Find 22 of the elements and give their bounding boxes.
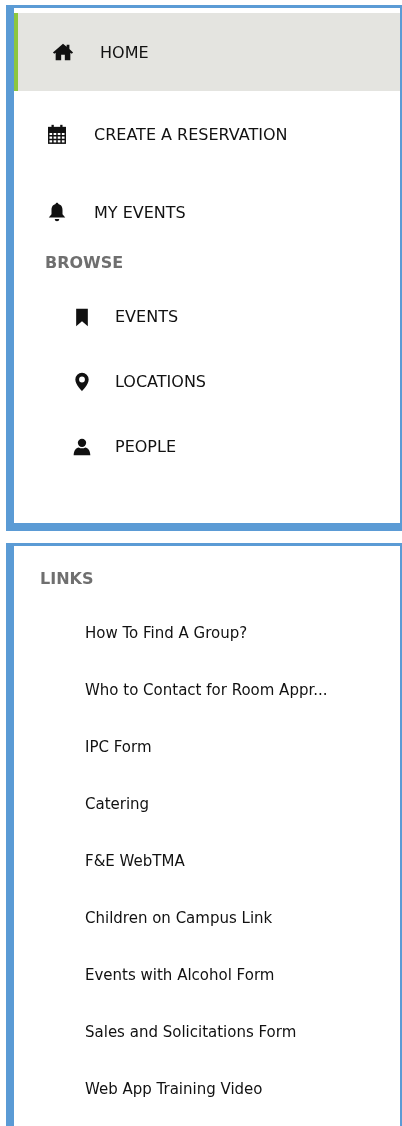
home-icon bbox=[52, 41, 74, 63]
section-heading: BROWSE bbox=[44, 253, 125, 272]
nav-item[interactable]: HOME bbox=[14, 13, 400, 91]
person-icon bbox=[72, 436, 92, 457]
link[interactable]: How To Find A Group? bbox=[14, 604, 400, 661]
link[interactable]: Events with Alcohol Form bbox=[14, 946, 400, 1003]
nav-item[interactable]: EVENTS bbox=[14, 284, 400, 349]
nav-item[interactable]: PEOPLE bbox=[14, 414, 400, 479]
link[interactable]: F&E WebTMA bbox=[14, 832, 400, 889]
map-pin-icon bbox=[72, 371, 92, 392]
nav-item[interactable]: CREATE A RESERVATION bbox=[14, 95, 400, 173]
nav-item[interactable]: MY EVENTS bbox=[14, 173, 400, 251]
link[interactable]: IPC Form bbox=[14, 718, 400, 775]
nav-item[interactable]: LOCATIONS bbox=[14, 349, 400, 414]
link[interactable]: Web App Training Video bbox=[14, 1060, 400, 1117]
calendar-icon bbox=[46, 123, 68, 145]
bell-icon bbox=[46, 201, 68, 223]
link[interactable]: Catering bbox=[14, 775, 400, 832]
section-heading: LINKS bbox=[39, 569, 95, 588]
link[interactable]: Who to Contact for Room Appr... bbox=[14, 661, 400, 718]
link[interactable]: Children on Campus Link bbox=[14, 889, 400, 946]
link[interactable]: Sales and Solicitations Form bbox=[14, 1003, 400, 1060]
